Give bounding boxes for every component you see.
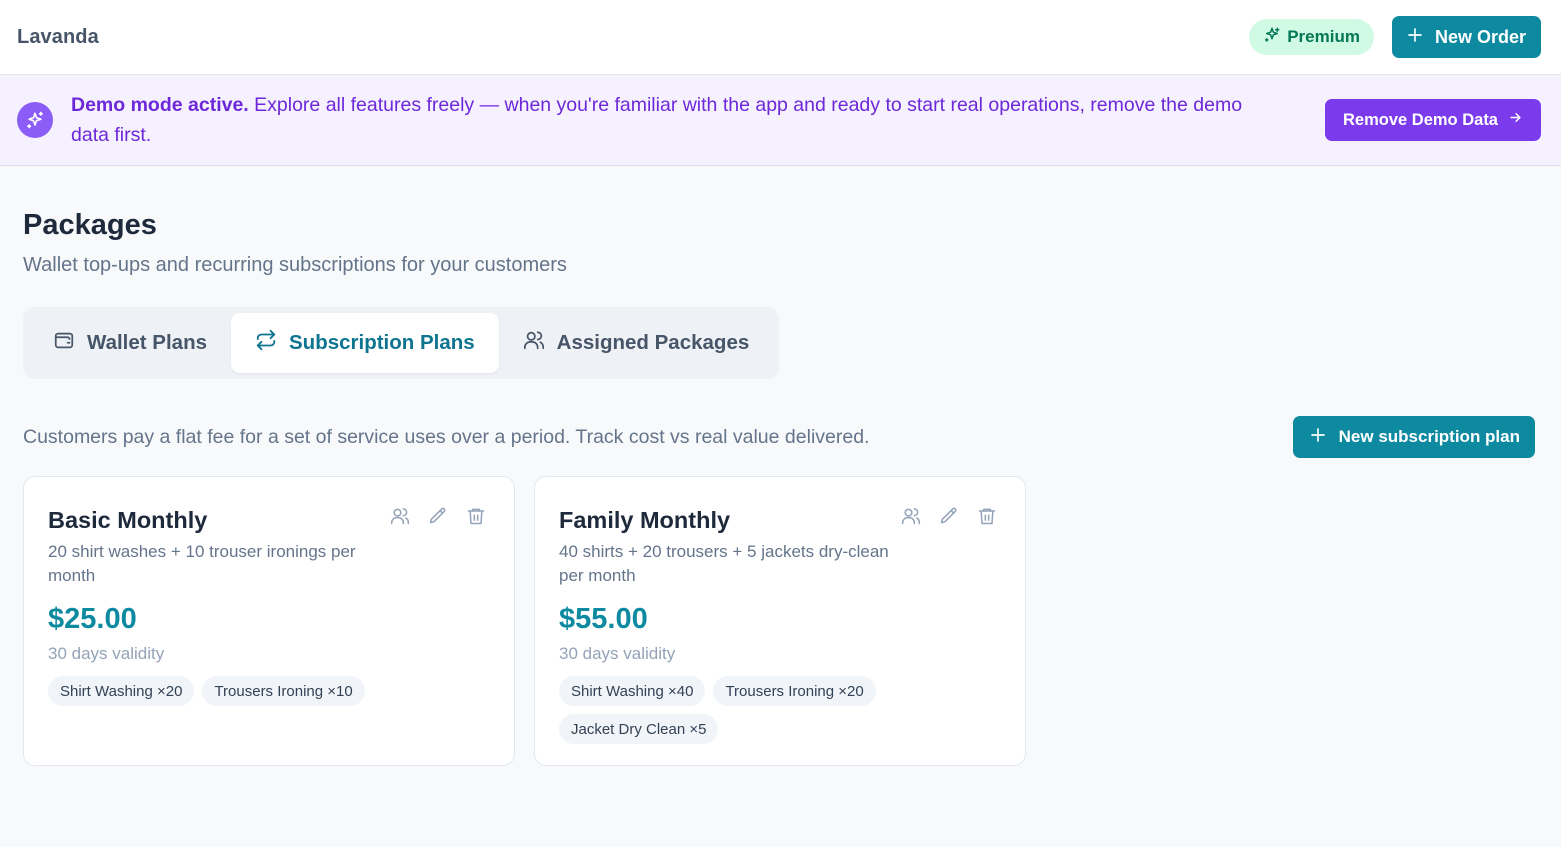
pencil-icon[interactable]	[427, 505, 448, 526]
tabs: Wallet Plans Subscription Plans Assigned…	[23, 307, 780, 379]
plan-validity: 30 days validity	[48, 644, 165, 663]
plan-price: $25.00	[48, 603, 137, 635]
tab-label: Assigned Packages	[556, 331, 750, 354]
wallet-icon	[53, 329, 75, 357]
service-chip: Shirt Washing ×20	[48, 676, 195, 706]
demo-banner: Demo mode active. Explore all features f…	[0, 75, 1561, 166]
remove-demo-label: Remove Demo Data	[1343, 110, 1498, 129]
tab-label: Wallet Plans	[87, 331, 207, 354]
tab-label: Subscription Plans	[289, 331, 475, 354]
new-subscription-plan-button[interactable]: New subscription plan	[1292, 416, 1535, 458]
repeat-icon	[255, 329, 277, 357]
subscriptions-toolbar: Customers pay a flat fee for a set of se…	[23, 416, 1538, 458]
service-chip: Jacket Dry Clean ×5	[559, 714, 719, 744]
plan-card: Family Monthly 40 shirts + 20 trousers +…	[534, 476, 1026, 766]
plan-cards: Basic Monthly 20 shirt washes + 10 trous…	[23, 476, 1538, 766]
plan-description: 20 shirt washes + 10 trouser ironings pe…	[48, 542, 356, 585]
trash-icon[interactable]	[465, 505, 486, 526]
plus-icon	[1309, 426, 1327, 449]
tab-subscription-plans[interactable]: Subscription Plans	[231, 313, 499, 373]
new-plan-label: New subscription plan	[1338, 427, 1520, 446]
tab-assigned-packages[interactable]: Assigned Packages	[499, 313, 774, 373]
service-chip: Trousers Ironing ×20	[713, 676, 876, 706]
top-actions: Premium New Order	[1249, 16, 1541, 58]
new-order-label: New Order	[1434, 26, 1526, 47]
users-icon[interactable]	[389, 505, 410, 526]
plus-icon	[1406, 26, 1424, 49]
sparkles-icon	[1263, 26, 1281, 49]
main-content: Packages Wallet top-ups and recurring su…	[0, 209, 1561, 766]
sparkles-icon	[17, 102, 53, 138]
app-name[interactable]: Lavanda	[17, 26, 99, 49]
new-order-button[interactable]: New Order	[1391, 16, 1541, 58]
remove-demo-data-button[interactable]: Remove Demo Data	[1325, 99, 1541, 141]
trash-icon[interactable]	[976, 505, 997, 526]
plan-description: 40 shirts + 20 trousers + 5 jackets dry-…	[559, 542, 889, 585]
card-actions	[389, 505, 486, 526]
plan-price: $55.00	[559, 603, 648, 635]
plan-validity: 30 days validity	[559, 644, 676, 663]
arrow-right-icon	[1508, 110, 1523, 130]
top-bar: Lavanda Premium New Order	[0, 0, 1561, 75]
tab-wallet-plans[interactable]: Wallet Plans	[29, 313, 231, 373]
premium-label: Premium	[1287, 27, 1360, 46]
premium-badge[interactable]: Premium	[1249, 19, 1374, 55]
subscriptions-description: Customers pay a flat fee for a set of se…	[23, 425, 870, 448]
users-icon[interactable]	[900, 505, 921, 526]
service-chip: Trousers Ironing ×10	[202, 676, 365, 706]
plan-card: Basic Monthly 20 shirt washes + 10 trous…	[23, 476, 515, 766]
demo-title: Demo mode active.	[71, 94, 249, 116]
plan-items: Shirt Washing ×20 Trousers Ironing ×10	[48, 676, 448, 706]
demo-message: Demo mode active. Explore all features f…	[71, 90, 1281, 150]
page-subtitle: Wallet top-ups and recurring subscriptio…	[23, 254, 567, 276]
pencil-icon[interactable]	[938, 505, 959, 526]
card-actions	[900, 505, 997, 526]
page-title: Packages	[23, 209, 157, 241]
service-chip: Shirt Washing ×40	[559, 676, 706, 706]
users-icon	[523, 329, 545, 357]
plan-items: Shirt Washing ×40 Trousers Ironing ×20 J…	[559, 676, 959, 744]
